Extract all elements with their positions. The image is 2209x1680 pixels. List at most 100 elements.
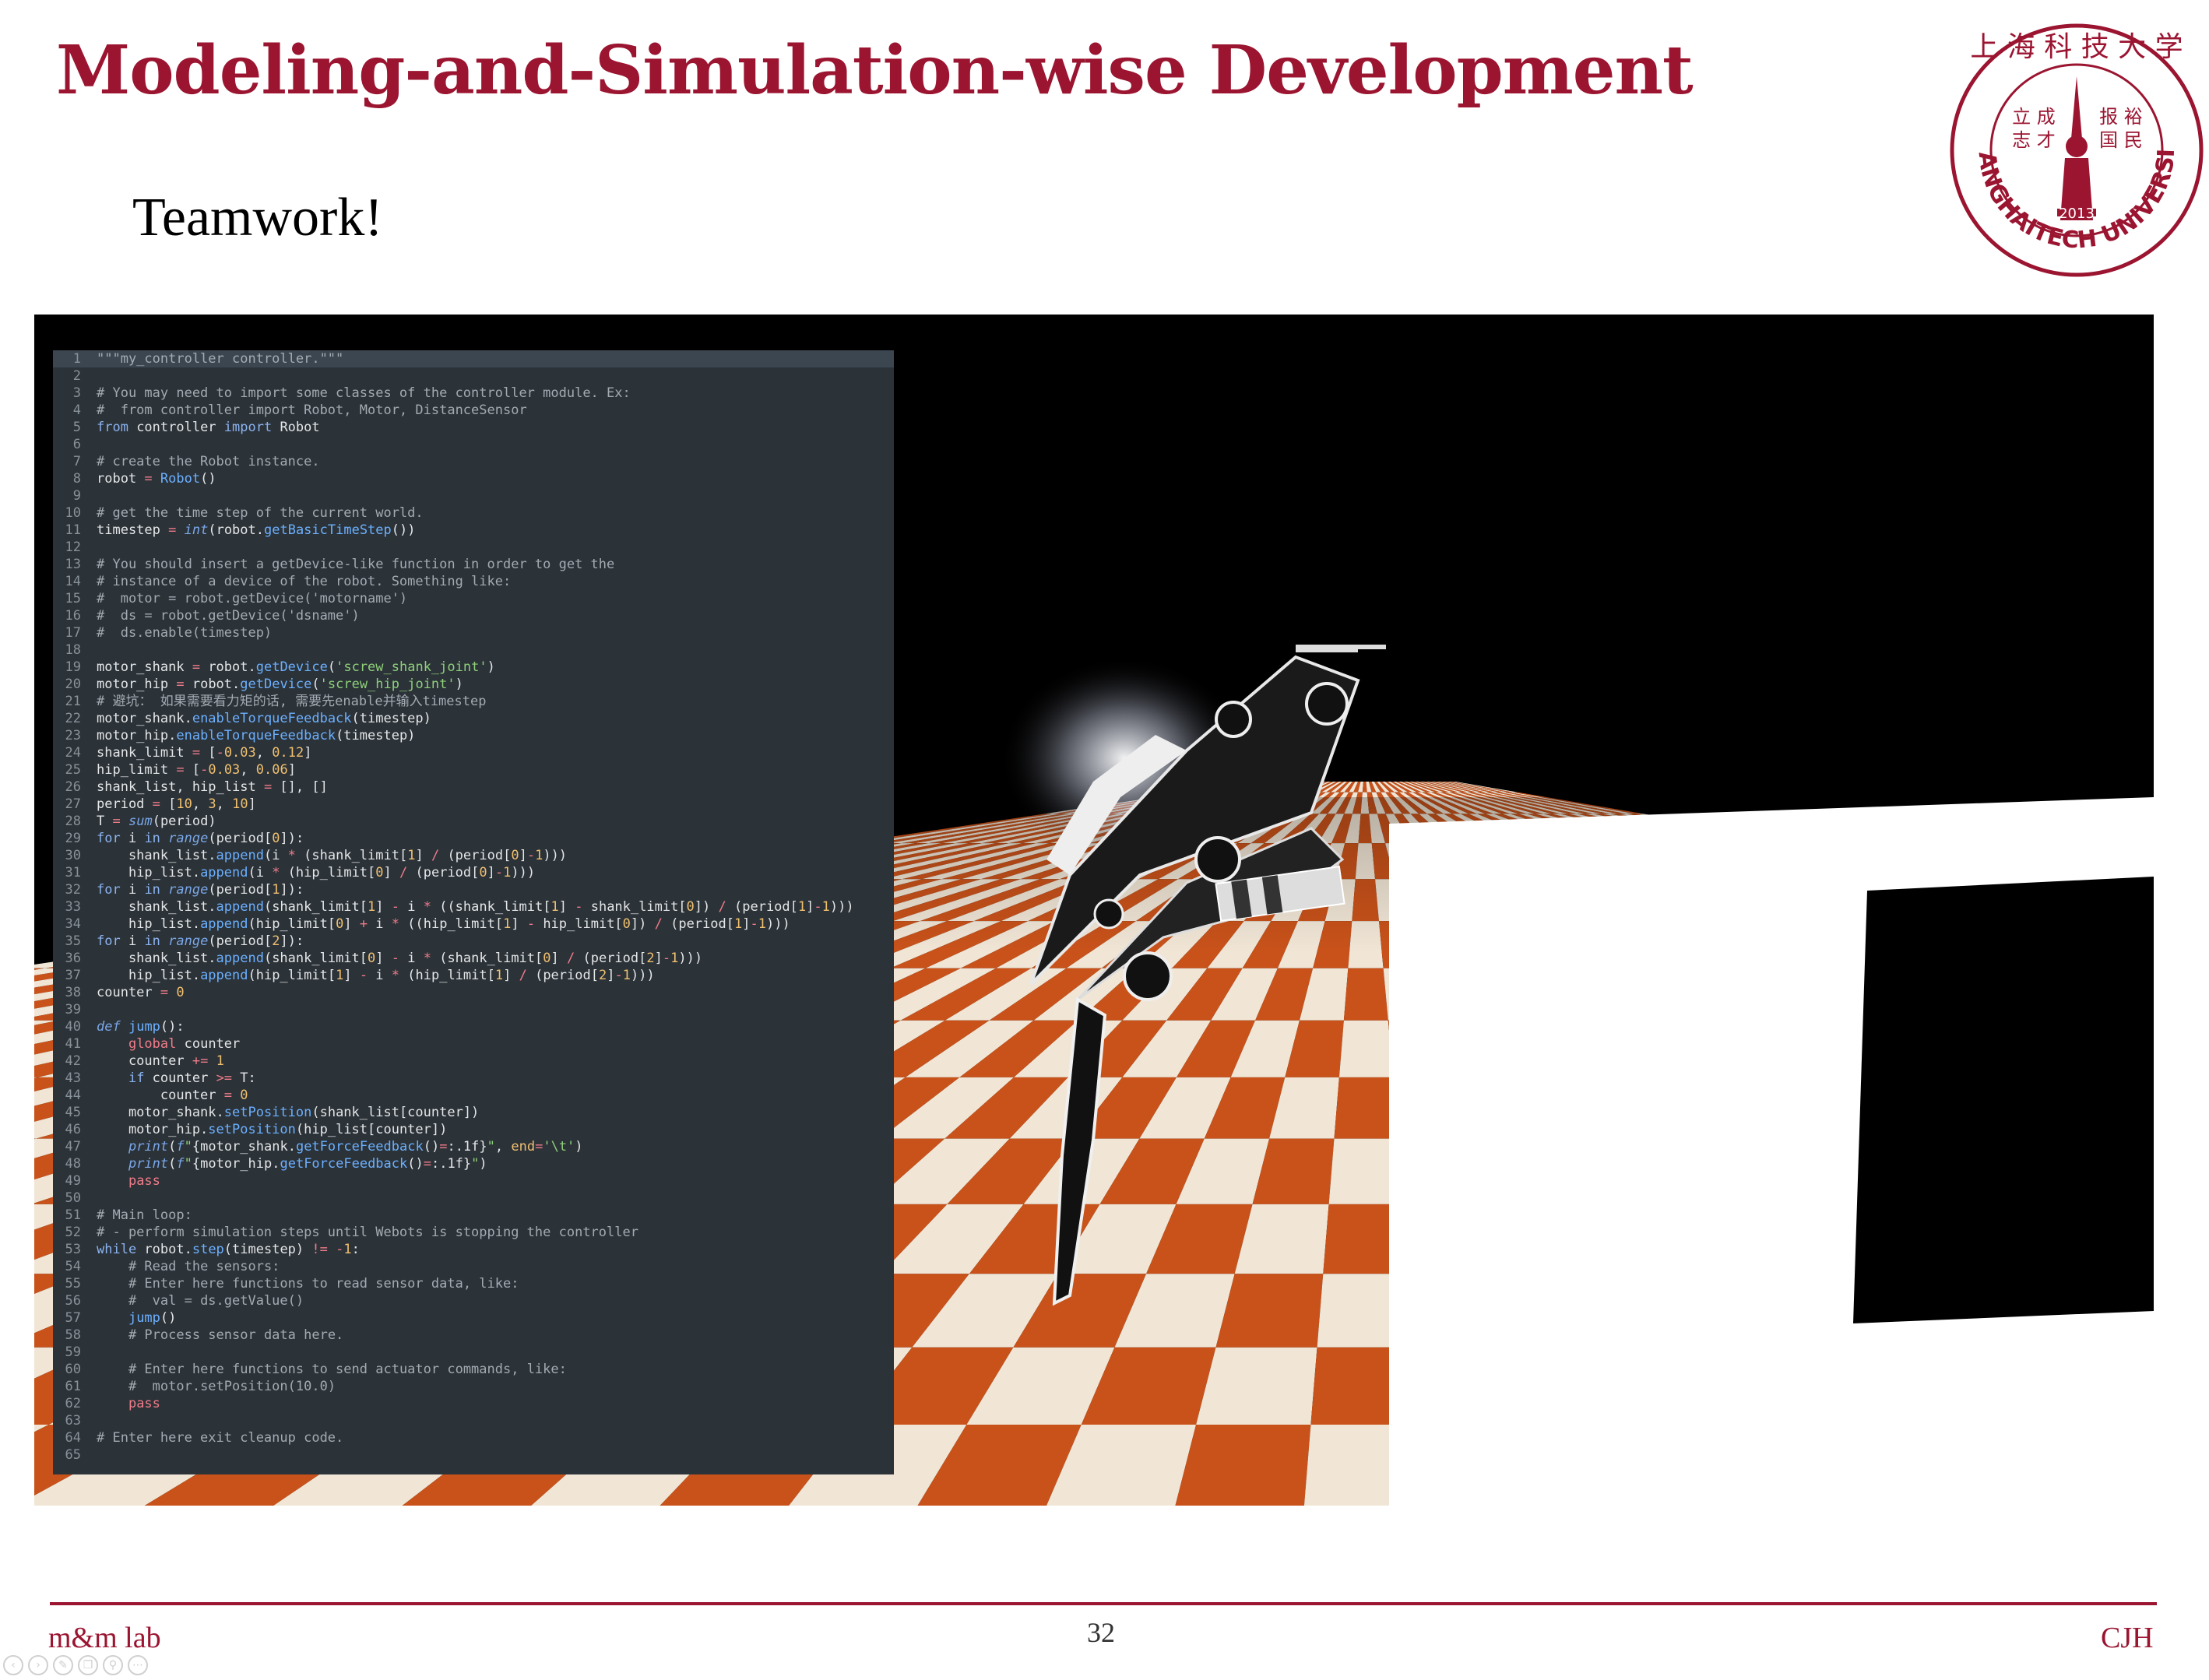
code-line[interactable]: 59 [53, 1344, 894, 1361]
code-line[interactable]: 49 pass [53, 1172, 894, 1190]
svg-text:报 裕: 报 裕 [2099, 106, 2143, 128]
code-line[interactable]: 62 pass [53, 1395, 894, 1412]
code-line[interactable]: 65 [53, 1446, 894, 1464]
code-line[interactable]: 55 # Enter here functions to read sensor… [53, 1275, 894, 1292]
line-code: counter = 0 [97, 1088, 248, 1103]
code-line[interactable]: 54 # Read the sensors: [53, 1258, 894, 1275]
slide-subtitle: Teamwork! [132, 188, 383, 248]
line-number: 26 [65, 779, 81, 795]
code-line[interactable]: 36 shank_list.append(shank_limit[0] - i … [53, 950, 894, 967]
code-line[interactable]: 31 hip_list.append(i * (hip_limit[0] / (… [53, 864, 894, 881]
code-line[interactable]: 2 [53, 367, 894, 385]
code-line[interactable]: 53 while robot.step(timestep) != -1: [53, 1241, 894, 1258]
code-line[interactable]: 14 # instance of a device of the robot. S… [53, 573, 894, 590]
code-line[interactable]: 6 [53, 436, 894, 453]
code-line[interactable]: 3 # You may need to import some classes o… [53, 385, 894, 402]
code-line[interactable]: 19 motor_shank = robot.getDevice('screw_s… [53, 659, 894, 676]
code-line[interactable]: 18 [53, 641, 894, 659]
code-line[interactable]: 13 # You should insert a getDevice-like f… [53, 556, 894, 573]
code-line[interactable]: 34 hip_list.append(hip_limit[0] + i * ((… [53, 916, 894, 933]
code-line[interactable]: 50 [53, 1190, 894, 1207]
line-number: 24 [65, 745, 81, 761]
code-editor[interactable]: 1 """my_controller controller.""" 2 3 # You … [53, 350, 894, 1474]
zoom-icon[interactable]: ⚲ [103, 1655, 123, 1675]
line-number: 44 [65, 1088, 81, 1103]
code-line[interactable]: 10 # get the time step of the current wor… [53, 504, 894, 522]
pen-icon[interactable]: ✎ [53, 1655, 73, 1675]
line-code: hip_limit = [-0.03, 0.06] [97, 762, 296, 778]
code-line[interactable]: 45 motor_shank.setPosition(shank_list[co… [53, 1104, 894, 1121]
prev-icon[interactable]: ‹ [3, 1655, 23, 1675]
code-line[interactable]: 56 # val = ds.getValue() [53, 1292, 894, 1309]
code-line[interactable]: 60 # Enter here functions to send actuat… [53, 1361, 894, 1378]
code-line[interactable]: 26 shank_list, hip_list = [], [] [53, 778, 894, 796]
line-code: counter += 1 [97, 1053, 224, 1069]
code-line[interactable]: 43 if counter >= T: [53, 1070, 894, 1087]
line-number: 25 [65, 762, 81, 778]
more-icon[interactable]: ⋯ [128, 1655, 148, 1675]
line-number: 30 [65, 848, 81, 863]
code-line[interactable]: 24 shank_limit = [-0.03, 0.12] [53, 744, 894, 761]
code-line[interactable]: 64 # Enter here exit cleanup code. [53, 1429, 894, 1446]
code-line[interactable]: 29 for i in range(period[0]): [53, 830, 894, 847]
line-number: 47 [65, 1139, 81, 1155]
code-line[interactable]: 51 # Main loop: [53, 1207, 894, 1224]
code-line[interactable]: 57 jump() [53, 1309, 894, 1327]
code-line[interactable]: 17 # ds.enable(timestep) [53, 624, 894, 641]
code-line[interactable]: 1 """my_controller controller.""" [53, 350, 894, 367]
line-number: 61 [65, 1379, 81, 1394]
code-line[interactable]: 28 T = sum(period) [53, 813, 894, 830]
line-number: 60 [65, 1362, 81, 1377]
code-line[interactable]: 22 motor_shank.enableTorqueFeedback(times… [53, 710, 894, 727]
code-line[interactable]: 16 # ds = robot.getDevice('dsname') [53, 607, 894, 624]
code-line[interactable]: 23 motor_hip.enableTorqueFeedback(timeste… [53, 727, 894, 744]
code-line[interactable]: 32 for i in range(period[1]): [53, 881, 894, 898]
line-number: 63 [65, 1413, 81, 1429]
code-line[interactable]: 47 print(f"{motor_shank.getForceFeedback… [53, 1138, 894, 1155]
code-line[interactable]: 61 # motor.setPosition(10.0) [53, 1378, 894, 1395]
code-line[interactable]: 48 print(f"{motor_hip.getForceFeedback()… [53, 1155, 894, 1172]
code-line[interactable]: 37 hip_list.append(hip_limit[1] - i * (h… [53, 967, 894, 984]
code-line[interactable]: 63 [53, 1412, 894, 1429]
code-line[interactable]: 15 # motor = robot.getDevice('motorname') [53, 590, 894, 607]
copy-icon[interactable]: ❐ [78, 1655, 98, 1675]
code-line[interactable]: 52 # - perform simulation steps until Web… [53, 1224, 894, 1241]
code-line[interactable]: 5 from controller import Robot [53, 419, 894, 436]
code-line[interactable]: 41 global counter [53, 1035, 894, 1053]
code-line[interactable]: 40 def jump(): [53, 1018, 894, 1035]
code-line[interactable]: 12 [53, 539, 894, 556]
line-number: 7 [72, 454, 81, 469]
line-code: # - perform simulation steps until Webot… [97, 1225, 638, 1240]
code-line[interactable]: 8 robot = Robot() [53, 470, 894, 487]
code-line[interactable]: 39 [53, 1001, 894, 1018]
line-number: 5 [72, 420, 81, 435]
code-line[interactable]: 30 shank_list.append(i * (shank_limit[1]… [53, 847, 894, 864]
code-line[interactable]: 25 hip_limit = [-0.03, 0.06] [53, 761, 894, 778]
line-number: 16 [65, 608, 81, 624]
code-line[interactable]: 7 # create the Robot instance. [53, 453, 894, 470]
line-number: 31 [65, 865, 81, 880]
code-line[interactable]: 44 counter = 0 [53, 1087, 894, 1104]
next-icon[interactable]: › [28, 1655, 48, 1675]
code-line[interactable]: 9 [53, 487, 894, 504]
code-line[interactable]: 42 counter += 1 [53, 1053, 894, 1070]
line-code: # create the Robot instance. [97, 454, 320, 469]
code-line[interactable]: 27 period = [10, 3, 10] [53, 796, 894, 813]
line-number: 64 [65, 1430, 81, 1446]
line-code: shank_limit = [-0.03, 0.12] [97, 745, 312, 761]
line-number: 18 [65, 642, 81, 658]
code-line[interactable]: 33 shank_list.append(shank_limit[1] - i … [53, 898, 894, 916]
line-number: 57 [65, 1310, 81, 1326]
code-line[interactable]: 11 timestep = int(robot.getBasicTimeStep(… [53, 522, 894, 539]
code-line[interactable]: 4 # from controller import Robot, Motor, … [53, 402, 894, 419]
code-line[interactable]: 21 # 避坑： 如果需要看力矩的话, 需要先enable并输入timestep [53, 693, 894, 710]
code-line[interactable]: 58 # Process sensor data here. [53, 1327, 894, 1344]
code-line[interactable]: 46 motor_hip.setPosition(hip_list[counte… [53, 1121, 894, 1138]
line-number: 28 [65, 814, 81, 829]
line-number: 41 [65, 1036, 81, 1052]
code-line[interactable]: 38 counter = 0 [53, 984, 894, 1001]
code-line[interactable]: 35 for i in range(period[2]): [53, 933, 894, 950]
line-code: # motor = robot.getDevice('motorname') [97, 591, 408, 606]
line-code: for i in range(period[0]): [97, 831, 304, 846]
code-line[interactable]: 20 motor_hip = robot.getDevice('screw_hip… [53, 676, 894, 693]
